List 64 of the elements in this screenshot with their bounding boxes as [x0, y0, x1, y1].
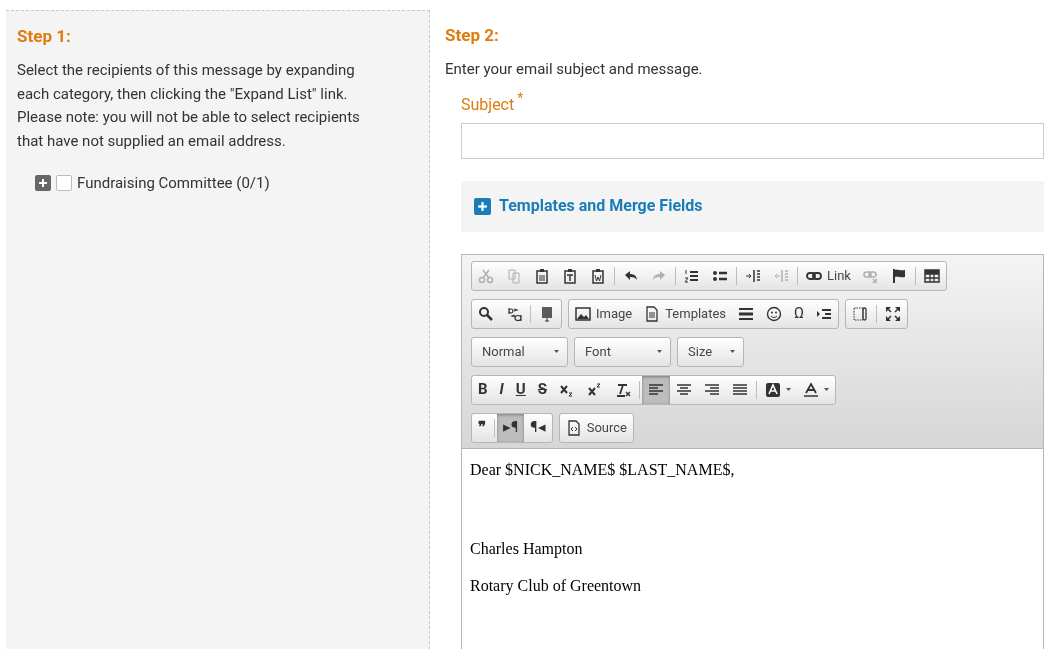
toolbar-button[interactable]: ▸¶: [497, 413, 525, 442]
expand-icon[interactable]: [474, 197, 491, 215]
toolbar-button[interactable]: S: [531, 375, 553, 404]
document-icon: [644, 305, 661, 322]
toolbar-button[interactable]: Image: [569, 299, 639, 328]
indent-icon: [745, 267, 761, 284]
dropdown[interactable]: Normal: [471, 336, 568, 367]
justify-icon: [732, 381, 748, 398]
text-color-icon: [803, 381, 819, 398]
smiley-icon: [766, 305, 782, 322]
cut-icon: [478, 267, 494, 284]
templates-bar[interactable]: Templates and Merge Fields: [461, 180, 1044, 232]
search-icon: [478, 305, 494, 322]
caret-icon: [824, 388, 829, 391]
category-label[interactable]: Fundraising Committee (0/1): [77, 172, 270, 195]
blocks-icon: [852, 305, 868, 322]
flag-icon: [890, 267, 907, 284]
paste-icon: [562, 267, 578, 284]
toolbar-button[interactable]: Templates: [638, 299, 732, 328]
step-heading: Step 1:: [17, 25, 72, 47]
caret-icon: [657, 350, 662, 353]
dropdown[interactable]: Font: [574, 336, 671, 367]
form-icon: [539, 305, 555, 322]
instructions-text: Enter your email subject and message.: [445, 59, 704, 80]
subject-field[interactable]: [461, 122, 1044, 159]
paragraph-text: Charles Hampton: [470, 538, 583, 559]
toolbar-button[interactable]: Source: [559, 413, 633, 442]
align-center-icon: [676, 381, 692, 398]
instructions-text: Select the recipients of this message by expanding each category, then clicking the "Expand List" link. Please note: you will not be able to select recipients that have not supplied an email address.: [17, 60, 361, 152]
paste-icon: [590, 267, 606, 284]
paragraph-text: Rotary Club of Greentown: [470, 575, 642, 596]
step-heading: Step 2:: [445, 24, 500, 46]
toolbar-button[interactable]: Ω: [788, 299, 810, 328]
toolbar-button[interactable]: B: [472, 375, 494, 404]
field-label: Subject: [461, 93, 515, 116]
toolbar-button[interactable]: ¶◂: [524, 413, 552, 442]
clear-format-icon: [615, 381, 631, 398]
maximize-icon: [885, 305, 901, 322]
numbered-list-icon: [684, 267, 700, 284]
copy-icon: [506, 267, 522, 284]
required-mark: *: [517, 90, 524, 105]
image-icon: [575, 305, 591, 322]
align-right-icon: [704, 381, 720, 398]
expand-icon[interactable]: [35, 175, 51, 192]
paste-icon: [534, 267, 550, 284]
toolbar-button[interactable]: I: [493, 375, 510, 404]
toolbar-button[interactable]: Link: [800, 261, 857, 290]
paragraph-text: Dear $NICK_NAME$ $LAST_NAME$,: [470, 459, 735, 480]
table-icon: [923, 267, 940, 284]
caret-icon: [786, 388, 791, 391]
dropdown[interactable]: Size: [677, 336, 744, 367]
replace-icon: [506, 305, 522, 322]
source-icon: [565, 419, 582, 436]
caret-icon: [554, 350, 559, 353]
templates-label: Templates and Merge Fields: [499, 195, 703, 217]
background-color-icon: [765, 381, 781, 398]
outdent-icon: [773, 267, 789, 284]
horizontal-rule-icon: [738, 305, 754, 322]
toolbar-button[interactable]: U: [509, 375, 532, 404]
toolbar-button[interactable]: ❞: [472, 413, 492, 442]
caret-icon: [730, 350, 735, 353]
superscript-icon: [587, 381, 603, 398]
checkbox[interactable]: [56, 175, 72, 192]
align-left-icon: [648, 381, 664, 398]
